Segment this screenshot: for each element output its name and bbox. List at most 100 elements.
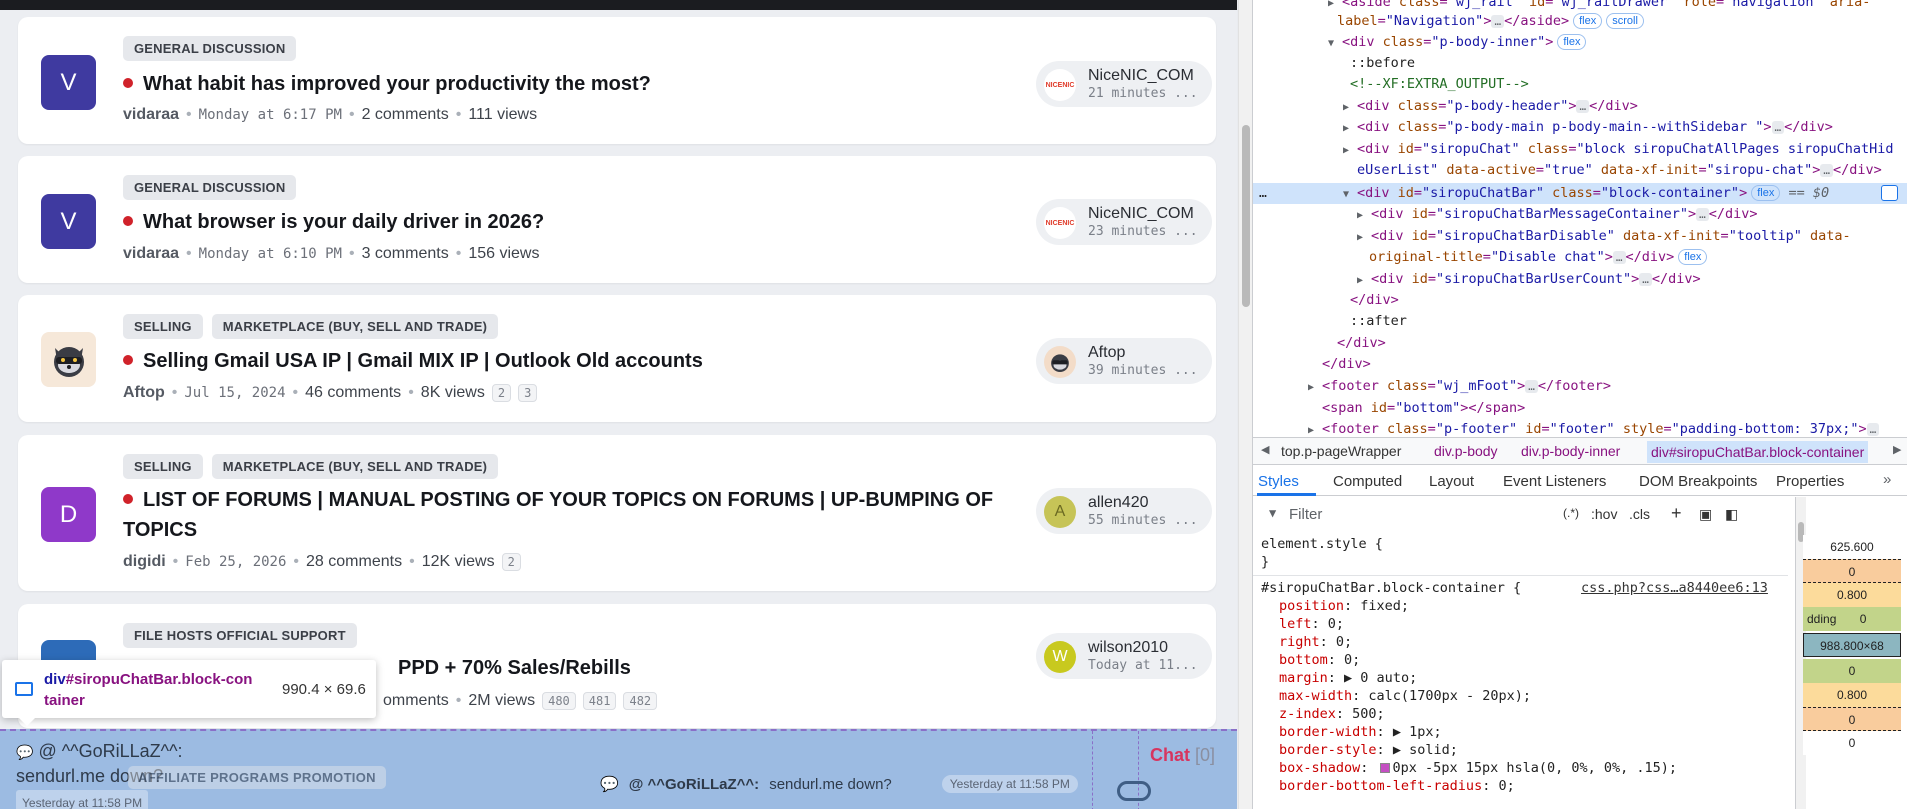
breadcrumb-item[interactable]: div.p-body-inner <box>1521 443 1620 459</box>
user-avatar[interactable]: V <box>41 194 96 249</box>
thread-date[interactable]: Monday at 6:17 PM <box>199 107 342 123</box>
nicenic-logo: NICENIC <box>1044 207 1076 239</box>
last-post-chip[interactable]: NICENIC NiceNIC_COM 23 minutes ... <box>1036 199 1212 245</box>
scrollbar-thumb[interactable] <box>1242 125 1250 307</box>
class-toggle[interactable]: .cls <box>1629 506 1650 522</box>
more-tabs-icon[interactable]: » <box>1883 471 1891 488</box>
chat-bubble-icon: 💬 <box>600 776 619 793</box>
user-avatar[interactable]: D <box>41 487 96 542</box>
page-link[interactable]: 480 <box>542 692 576 710</box>
box-model[interactable]: 625.600 0 0.800 dding 0 988.800×68 0 0.8… <box>1795 497 1907 809</box>
tab-dom-breakpoints[interactable]: DOM Breakpoints <box>1639 473 1757 490</box>
page-link[interactable]: 482 <box>623 692 658 710</box>
last-post-user[interactable]: allen420 <box>1088 494 1149 512</box>
thread-author[interactable]: vidaraa <box>123 245 179 263</box>
comment-count: 28 comments <box>306 553 403 570</box>
last-post-user[interactable]: wilson2010 <box>1088 639 1168 657</box>
view-count: 12K views <box>421 553 495 570</box>
unread-dot <box>123 215 133 226</box>
chat-label[interactable]: Chat [0] <box>1150 745 1215 766</box>
stylesheet-link[interactable]: css.php?css…a8440ee6:13 <box>1581 579 1768 597</box>
tab-properties[interactable]: Properties <box>1776 473 1844 490</box>
styles-tabs: Styles Computed Layout Event Listeners D… <box>1253 466 1907 496</box>
tab-styles[interactable]: Styles <box>1258 473 1299 490</box>
thread-row[interactable]: V GENERAL DISCUSSION What browser is you… <box>18 156 1216 283</box>
user-avatar: A <box>1044 496 1076 528</box>
styles-pane[interactable]: ▼ Filter (.*) :hov .cls + ▣ ◧ element.st… <box>1253 497 1788 809</box>
unread-dot <box>123 77 133 88</box>
last-post-chip[interactable]: Aftop 39 minutes ... <box>1036 338 1212 384</box>
thread-title[interactable]: LIST OF FORUMS | MANUAL POSTING OF YOUR … <box>123 485 1003 545</box>
thread-date[interactable]: Feb 25, 2026 <box>185 554 286 570</box>
tab-event-listeners[interactable]: Event Listeners <box>1503 473 1606 490</box>
forum-tag[interactable]: MARKETPLACE (BUY, SELL AND TRADE) <box>211 454 499 479</box>
raccoon-avatar-icon[interactable] <box>41 332 96 387</box>
hover-state-toggle[interactable]: :hov <box>1591 506 1617 522</box>
styles-filter[interactable]: ▼ Filter (.*) :hov .cls + ▣ ◧ <box>1263 503 1783 529</box>
thread-meta: vidaraa • Monday at 6:17 PM • 2 comments • … <box>123 106 538 124</box>
breadcrumb-item[interactable]: div.p-body <box>1434 443 1498 459</box>
last-post-time: Today at 11... <box>1088 658 1198 673</box>
add-rule-icon[interactable]: + <box>1671 503 1682 524</box>
element-style-rule[interactable]: element.style { <box>1261 535 1383 553</box>
thread-row[interactable]: SELLING MARKETPLACE (BUY, SELL AND TRADE… <box>18 295 1216 422</box>
tab-layout[interactable]: Layout <box>1429 473 1474 490</box>
inspector-element-name: div#siropuChatBar.block-con tainer <box>44 671 253 709</box>
more-icon[interactable]: … <box>1259 183 1267 204</box>
thread-title[interactable]: What browser is your daily driver in 202… <box>123 207 1003 237</box>
forum-tag[interactable]: SELLING <box>123 454 203 479</box>
grid-icon <box>15 682 33 696</box>
page-scrollbar[interactable] <box>1238 0 1252 809</box>
forum-tag[interactable]: FILE HOSTS OFFICIAL SUPPORT <box>123 623 357 648</box>
last-post-chip[interactable]: W wilson2010 Today at 11... <box>1036 633 1212 679</box>
thread-date[interactable]: Monday at 6:10 PM <box>199 246 342 262</box>
chat-time: Yesterday at 11:58 PM <box>16 790 149 809</box>
thread-row[interactable]: D SELLING MARKETPLACE (BUY, SELL AND TRA… <box>18 435 1216 591</box>
thread-date[interactable]: Jul 15, 2024 <box>184 385 285 401</box>
chevron-left-icon[interactable]: ◀ <box>1261 443 1269 456</box>
thread-row[interactable]: V GENERAL DISCUSSION What habit has impr… <box>18 17 1216 144</box>
elements-tree[interactable]: … ▶ <aside class="wj_rail" id="wj_railDra… <box>1253 0 1907 436</box>
forum-tag: AFFILIATE PROGRAMS PROMOTION <box>128 766 386 789</box>
last-post-user[interactable]: NiceNIC_COM <box>1088 67 1194 85</box>
chat-user-count: [0] <box>1195 745 1216 765</box>
chat-bar[interactable]: 💬 @ ^^GoRiLLaZ^^: sendurl.me down? Yeste… <box>0 729 1237 809</box>
sidebar-toggle-icon[interactable]: ◧ <box>1725 506 1738 523</box>
page-link[interactable]: 2 <box>491 384 512 402</box>
thread-title[interactable]: Selling Gmail USA IP | Gmail MIX IP | Ou… <box>123 346 1003 376</box>
filter-input[interactable]: Filter <box>1289 506 1322 523</box>
thread-meta: vidaraa • Monday at 6:10 PM • 3 comments • … <box>123 245 540 263</box>
tab-computed[interactable]: Computed <box>1333 473 1402 490</box>
comment-count: 46 comments <box>305 384 402 401</box>
forum-tag[interactable]: GENERAL DISCUSSION <box>123 36 297 61</box>
page-link[interactable]: 3 <box>518 384 538 402</box>
forum-tag[interactable]: GENERAL DISCUSSION <box>123 175 297 200</box>
last-post-chip[interactable]: A allen420 55 minutes ... <box>1036 488 1212 534</box>
page-link[interactable]: 481 <box>582 692 617 710</box>
chat-message-ticker[interactable]: 💬 @ ^^GoRiLLaZ^^: sendurl.me down? Yeste… <box>600 775 1078 793</box>
toggle-off-icon[interactable] <box>1117 781 1151 801</box>
last-post-user[interactable]: Aftop <box>1088 344 1125 362</box>
regex-icon[interactable]: (.*) <box>1563 506 1579 520</box>
breadcrumb-item[interactable]: top.p-pageWrapper <box>1281 443 1401 459</box>
screenshot-node-icon[interactable] <box>1881 185 1898 201</box>
thread-title[interactable]: What habit has improved your productivit… <box>123 69 1003 99</box>
user-avatar[interactable]: V <box>41 55 96 110</box>
paint-icon[interactable]: ▣ <box>1699 506 1712 523</box>
css-rule[interactable]: #siropuChatBar.block-container { css.php… <box>1261 579 1781 597</box>
last-post-chip[interactable]: NICENIC NiceNIC_COM 21 minutes ... <box>1036 61 1212 107</box>
page-link[interactable]: 2 <box>501 553 521 571</box>
color-swatch[interactable] <box>1379 763 1390 773</box>
thread-meta: omments • 2M views 480 481 482 <box>383 692 658 710</box>
chevron-right-icon[interactable]: ▶ <box>1893 443 1901 456</box>
breadcrumb-item-current[interactable]: div#siropuChatBar.block-container <box>1647 441 1869 463</box>
thread-author[interactable]: digidi <box>123 553 166 571</box>
forum-tag[interactable]: SELLING <box>123 314 203 339</box>
forum-tag[interactable]: MARKETPLACE (BUY, SELL AND TRADE) <box>211 314 499 339</box>
thread-title[interactable]: PPD + 70% Sales/Rebills <box>398 653 898 683</box>
last-post-user[interactable]: NiceNIC_COM <box>1088 205 1194 223</box>
raccoon-avatar-icon <box>1044 346 1076 378</box>
view-count: 2M views <box>468 692 536 709</box>
thread-author[interactable]: Aftop <box>123 384 165 402</box>
thread-author[interactable]: vidaraa <box>123 106 179 124</box>
